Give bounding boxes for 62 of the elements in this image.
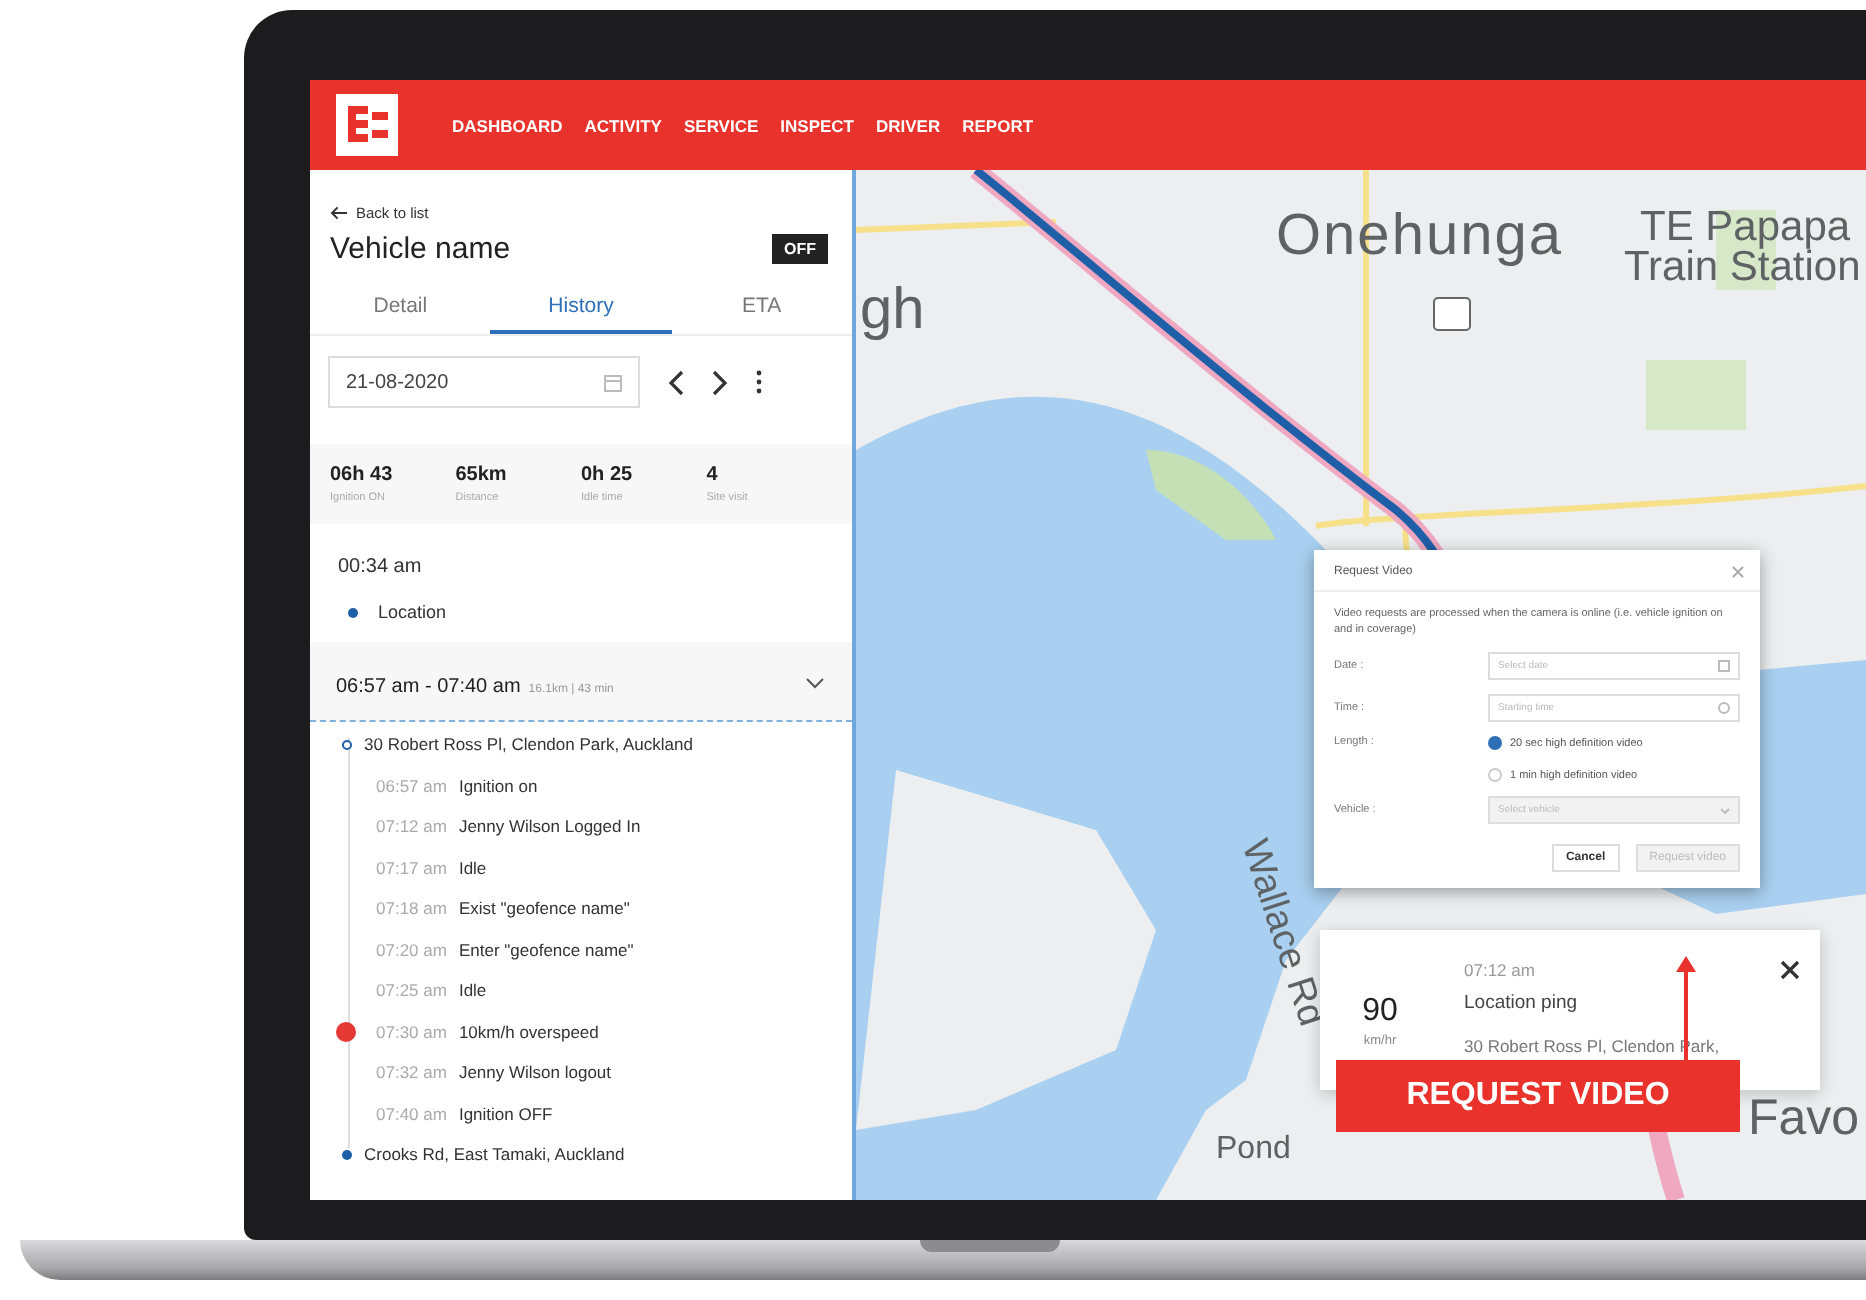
ping-time: 07:12 am bbox=[1464, 960, 1535, 980]
alert-icon bbox=[336, 1021, 356, 1042]
tab[interactable]: Detail bbox=[310, 282, 491, 334]
event-time: 07:32 am bbox=[376, 1062, 447, 1083]
back-arrow-icon bbox=[330, 206, 348, 220]
close-icon[interactable] bbox=[1780, 960, 1800, 980]
stat-value: 06h 43 bbox=[330, 464, 395, 486]
map-label: TE Papapa bbox=[1640, 206, 1851, 248]
entry-time: 00:34 am bbox=[338, 556, 424, 578]
event-label: Exist "geofence name" bbox=[458, 898, 630, 919]
event-time: 07:18 am bbox=[376, 898, 447, 919]
logo-icon bbox=[334, 92, 400, 158]
caret-icon bbox=[1720, 807, 1730, 814]
start-dot-icon bbox=[342, 739, 352, 750]
nav-link[interactable]: SERVICE bbox=[683, 115, 759, 135]
callout-label: REQUEST VIDEO bbox=[1336, 1060, 1740, 1132]
tab[interactable]: ETA bbox=[671, 282, 852, 334]
map-label: Favo bbox=[1748, 1094, 1860, 1144]
stat-value: 4 bbox=[706, 464, 720, 486]
vehicle-title: Vehicle name bbox=[330, 232, 511, 266]
event-label: Idle bbox=[458, 980, 487, 1001]
map-label: Pond bbox=[1216, 1134, 1291, 1166]
start-address: 30 Robert Ross Pl, Clendon Park, Auckland bbox=[364, 734, 693, 755]
event-label: Jenny Wilson Logged In bbox=[458, 816, 641, 837]
previous-icon[interactable] bbox=[668, 369, 684, 395]
nav-link[interactable]: INSPECT bbox=[780, 115, 854, 135]
nav-link[interactable]: DASHBOARD bbox=[452, 115, 563, 135]
date-field[interactable]: 21-08-2020 bbox=[328, 356, 640, 408]
ping-title: Location ping bbox=[1464, 992, 1578, 1014]
status-badge: OFF bbox=[772, 234, 828, 264]
next-icon[interactable] bbox=[712, 369, 728, 395]
calendar-icon bbox=[1718, 660, 1730, 673]
event-label: 10km/h overspeed bbox=[458, 1021, 599, 1042]
stat-value: 65km bbox=[455, 464, 509, 486]
more-icon[interactable] bbox=[756, 370, 762, 394]
map-label: gh bbox=[860, 282, 925, 340]
tab[interactable]: History bbox=[490, 282, 672, 334]
event-label: Idle bbox=[458, 857, 487, 878]
event-time: 06:57 am bbox=[376, 775, 447, 796]
event-label: Enter "geofence name" bbox=[458, 939, 634, 960]
calendar-icon bbox=[604, 373, 622, 391]
end-dot-icon bbox=[342, 1149, 352, 1160]
event-time: 07:25 am bbox=[376, 980, 447, 1001]
nav-link[interactable]: DRIVER bbox=[876, 115, 941, 135]
event-time: 07:40 am bbox=[376, 1103, 447, 1124]
nav-link[interactable]: REPORT bbox=[962, 115, 1034, 135]
clock-icon bbox=[1718, 702, 1730, 715]
event-time: 07:20 am bbox=[376, 939, 447, 960]
event-time: 07:12 am bbox=[376, 816, 447, 837]
end-address: Crooks Rd, East Tamaki, Auckland bbox=[364, 1144, 625, 1165]
event-time: 07:30 am bbox=[376, 1021, 447, 1042]
speed-value: 90 bbox=[1362, 994, 1398, 1030]
event-label: Ignition OFF bbox=[458, 1103, 553, 1124]
nav-link[interactable]: ACTIVITY bbox=[584, 115, 662, 135]
event-label: Jenny Wilson logout bbox=[458, 1062, 612, 1083]
entry-label: Location bbox=[378, 602, 447, 622]
map-label: Train Station bbox=[1624, 246, 1861, 288]
stat-value: 0h 25 bbox=[581, 464, 635, 486]
event-time: 07:17 am bbox=[376, 857, 447, 878]
location-dot-icon bbox=[348, 607, 358, 617]
event-label: Ignition on bbox=[458, 775, 538, 796]
map-label: Wallace Rd bbox=[1234, 835, 1331, 1031]
